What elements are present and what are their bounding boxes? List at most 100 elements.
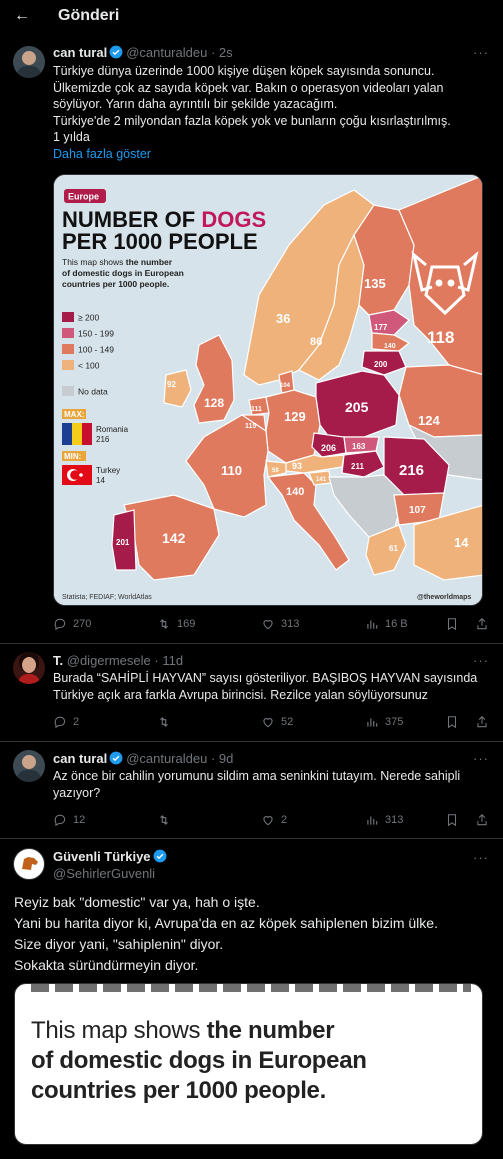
- author-handle[interactable]: @canturaldeu: [126, 45, 207, 60]
- like-button[interactable]: 313: [261, 617, 365, 631]
- label-uk: 128: [204, 396, 224, 410]
- more-options-icon[interactable]: ···: [473, 751, 489, 766]
- max-label: MAX:: [64, 410, 84, 419]
- repost-button[interactable]: 169: [157, 617, 261, 631]
- author-handle[interactable]: @SehirlerGuvenli: [53, 866, 155, 881]
- repost-button[interactable]: [157, 715, 261, 729]
- avatar[interactable]: [13, 848, 45, 880]
- reply-count: 270: [73, 618, 92, 630]
- romania-flag-icon: [62, 423, 92, 445]
- map-badge: Europe: [68, 192, 99, 202]
- divider: [0, 741, 503, 742]
- avatar[interactable]: [13, 46, 45, 78]
- max-country: Romania: [96, 425, 129, 434]
- divider: [0, 643, 503, 644]
- text-line: Yani bu harita diyor ki, Avrupa'da en az…: [14, 915, 438, 931]
- heart-icon: [263, 620, 273, 630]
- reply-icon: [54, 814, 66, 827]
- label-spain: 142: [162, 530, 186, 546]
- view-count: 16 B: [385, 618, 408, 630]
- top-bar: ← Gönderi: [0, 0, 503, 32]
- views-button[interactable]: 313: [365, 813, 403, 827]
- more-options-icon[interactable]: ···: [473, 653, 489, 668]
- label-italy: 140: [286, 486, 304, 498]
- text-line: Reyiz bak "domestic" var ya, hah o işte.: [14, 894, 260, 910]
- views-icon: [367, 816, 378, 825]
- text-line: 1 yılda: [53, 130, 90, 144]
- label-belarus: 124: [418, 413, 440, 428]
- views-button[interactable]: 375: [365, 715, 403, 729]
- map-desc-2: of domestic dogs in European: [62, 268, 184, 278]
- text-line: Ülkemizde çok az sayıda köpek var. Bakın…: [53, 80, 444, 95]
- tweet-text: Türkiye dünya üzerinde 1000 kişiye düşen…: [53, 63, 473, 162]
- label-bulgaria: 107: [409, 505, 426, 516]
- tweet-time[interactable]: 11d: [162, 653, 183, 668]
- tweet-time[interactable]: 2s: [219, 45, 233, 60]
- map-credit: @theworldmaps: [417, 594, 471, 601]
- repost-icon: [160, 717, 168, 727]
- like-button[interactable]: 52: [261, 715, 365, 729]
- label-poland: 205: [345, 399, 369, 415]
- author-handle[interactable]: @digermesele: [67, 653, 151, 668]
- share-icon[interactable]: [475, 617, 489, 631]
- label-belgium: 115: [245, 423, 256, 430]
- label-estonia: 177: [374, 323, 388, 332]
- bookmark-icon[interactable]: [445, 715, 459, 729]
- label-slovenia: 141: [316, 477, 327, 483]
- show-more-link[interactable]: Daha fazla göster: [53, 146, 473, 163]
- author-name[interactable]: T.: [53, 653, 63, 668]
- reply-icon: [54, 716, 66, 729]
- author-name[interactable]: can tural: [53, 45, 107, 60]
- verified-badge-icon: [153, 849, 166, 863]
- label-ireland: 92: [167, 380, 176, 389]
- map-source: Statista; FEDIAF; WorldAtlas: [62, 594, 152, 601]
- like-count: 313: [281, 618, 300, 630]
- tweet-text: Reyiz bak "domestic" var ya, hah o işte.…: [14, 892, 489, 976]
- label-russia: 118: [427, 328, 454, 347]
- author-name[interactable]: Güvenli Türkiye: [53, 849, 151, 864]
- repost-count: 169: [177, 618, 196, 630]
- verified-badge-icon: [109, 751, 123, 765]
- avatar[interactable]: [13, 652, 45, 684]
- label-turkey: 14: [454, 535, 469, 550]
- repost-button[interactable]: [157, 813, 261, 827]
- bookmark-icon[interactable]: [445, 813, 459, 827]
- like-button[interactable]: 2: [261, 813, 365, 827]
- reply-count: 12: [73, 814, 86, 826]
- more-options-icon[interactable]: ···: [473, 45, 489, 60]
- tweet-header: can tural @canturaldeu · 2s: [53, 45, 233, 60]
- label-hungary: 211: [351, 462, 364, 471]
- share-icon[interactable]: [475, 813, 489, 827]
- author-name[interactable]: can tural: [53, 751, 107, 766]
- tweet-header: can tural @canturaldeu · 9d: [53, 751, 234, 766]
- label-portugal: 201: [116, 538, 130, 547]
- tweet-actions: 2 52 375: [53, 712, 489, 732]
- legend-swatch-nodata: [62, 386, 74, 396]
- attached-image[interactable]: This map shows the number of domestic do…: [14, 983, 483, 1145]
- views-button[interactable]: 16 B: [365, 617, 408, 631]
- back-arrow-icon[interactable]: ←: [14, 7, 38, 25]
- share-icon[interactable]: [475, 715, 489, 729]
- text-line: Türkiye'de 2 milyondan fazla köpek yok v…: [53, 113, 451, 128]
- bookmark-icon[interactable]: [445, 617, 459, 631]
- tweet-header: Güvenli Türkiye: [53, 849, 503, 864]
- reply-button[interactable]: 12: [53, 813, 157, 827]
- text-line: Burada “SAHİPLİ HAYVAN” sayısı gösterili…: [53, 671, 478, 685]
- cropped-title-strip: [31, 984, 471, 992]
- reply-button[interactable]: 270: [53, 617, 157, 631]
- more-options-icon[interactable]: ···: [473, 850, 489, 865]
- label-greece: 61: [389, 544, 398, 553]
- map-image[interactable]: Europe NUMBER OF DOGS PER 1000 PEOPLE Th…: [53, 174, 483, 606]
- views-icon: [367, 718, 378, 727]
- author-handle[interactable]: @canturaldeu: [126, 751, 207, 766]
- avatar[interactable]: [13, 750, 45, 782]
- legend-nodata-label: No data: [78, 387, 108, 397]
- legend-swatch: [62, 344, 74, 354]
- text-line: Az önce bir cahilin yorumunu sildim ama …: [53, 769, 461, 783]
- text-line: Türkiye açık ara farkla Avrupa birincisi…: [53, 687, 428, 702]
- text-line: söylüyor. Yarın daha ayrıntılı bir şekil…: [53, 97, 338, 111]
- tweet-time[interactable]: 9d: [219, 751, 233, 766]
- max-value: 216: [96, 435, 110, 444]
- text-line: Size diyor yani, "sahiplenin" diyor.: [14, 936, 224, 952]
- reply-button[interactable]: 2: [53, 715, 157, 729]
